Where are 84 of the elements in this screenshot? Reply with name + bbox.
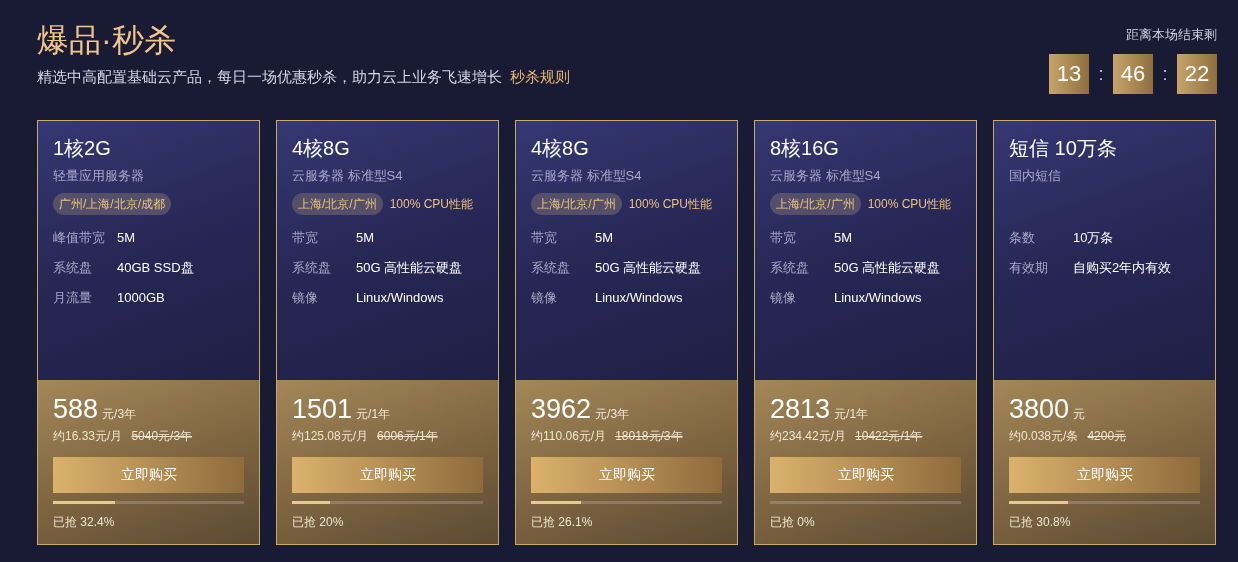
buy-button[interactable]: 立即购买 (1009, 457, 1200, 493)
spec-value: 50G 高性能云硬盘 (834, 259, 941, 277)
countdown-hours: 13 (1049, 54, 1089, 94)
spec-value: 1000GB (117, 289, 165, 307)
monthly-price: 约0.038元/条 (1009, 428, 1079, 445)
price-unit: 元/1年 (834, 406, 869, 423)
product-subtitle: 云服务器 标准型S4 (770, 167, 882, 185)
spec-value: 5M (595, 229, 614, 247)
spec-value: 自购买2年内有效 (1073, 259, 1172, 277)
spec-label: 峰值带宽 (53, 229, 106, 247)
original-price: 4200元 (1087, 428, 1127, 445)
subtitle: 精选中高配置基础云产品，每日一场优惠秒杀，助力云上业务飞速增长 (37, 68, 502, 87)
product-subtitle: 云服务器 标准型S4 (292, 167, 404, 185)
spec-label: 系统盘 (770, 259, 810, 277)
buy-button[interactable]: 立即购买 (531, 457, 722, 493)
price: 3962 (531, 394, 592, 425)
spec-label: 带宽 (531, 229, 558, 247)
rules-link[interactable]: 秒杀规则 (510, 68, 570, 87)
region-tag: 上海/北京/广州 (770, 193, 861, 215)
spec-value: 5M (356, 229, 375, 247)
spec-label: 镜像 (770, 289, 797, 307)
spec-value: Linux/Windows (356, 289, 444, 307)
price: 3800 (1009, 394, 1070, 425)
price: 2813 (770, 394, 831, 425)
price: 588 (53, 394, 99, 425)
spec-value: 5M (834, 229, 853, 247)
buy-button[interactable]: 立即购买 (292, 457, 483, 493)
spec-value: 10万条 (1073, 229, 1114, 247)
countdown-separator: : (1161, 63, 1169, 85)
region-tag: 上海/北京/广州 (531, 193, 622, 215)
countdown-seconds: 22 (1177, 54, 1217, 94)
spec-value: Linux/Windows (834, 289, 922, 307)
original-price: 5040元/3年 (131, 428, 193, 445)
monthly-price: 约110.06元/月 (531, 428, 607, 445)
price-unit: 元 (1073, 406, 1086, 423)
product-title: 4核8G (531, 136, 590, 161)
buy-button[interactable]: 立即购买 (770, 457, 961, 493)
countdown-minutes: 46 (1113, 54, 1153, 94)
product-title: 4核8G (292, 136, 351, 161)
sold-percentage: 已抢 20% (292, 514, 345, 531)
spec-label: 镜像 (292, 289, 319, 307)
spec-value: 5M (117, 229, 136, 247)
countdown-label: 距离本场结束剩 (1126, 26, 1217, 44)
page-title: 爆品·秒杀 (37, 21, 177, 60)
original-price: 18018元/3年 (615, 428, 683, 445)
original-price: 6006元/1年 (377, 428, 438, 445)
spec-label: 带宽 (292, 229, 319, 247)
spec-value: 40GB SSD盘 (117, 259, 194, 277)
product-subtitle: 轻量应用服务器 (53, 167, 145, 185)
original-price: 10422元/1年 (855, 428, 923, 445)
performance-label: 100% CPU性能 (628, 195, 713, 213)
spec-value: Linux/Windows (595, 289, 683, 307)
spec-value: 50G 高性能云硬盘 (356, 259, 463, 277)
sold-percentage: 已抢 0% (770, 514, 816, 531)
spec-label: 系统盘 (531, 259, 571, 277)
price-unit: 元/1年 (356, 406, 391, 423)
spec-label: 月流量 (53, 289, 93, 307)
sold-percentage: 已抢 30.8% (1009, 514, 1072, 531)
performance-label: 100% CPU性能 (389, 195, 474, 213)
spec-label: 系统盘 (292, 259, 332, 277)
monthly-price: 约125.08元/月 (292, 428, 369, 445)
monthly-price: 约234.42元/月 (770, 428, 847, 445)
product-subtitle: 云服务器 标准型S4 (531, 167, 643, 185)
product-subtitle: 国内短信 (1009, 167, 1062, 185)
spec-value: 50G 高性能云硬盘 (595, 259, 702, 277)
sold-percentage: 已抢 32.4% (53, 514, 116, 531)
region-tag: 上海/北京/广州 (292, 193, 383, 215)
performance-label: 100% CPU性能 (867, 195, 952, 213)
region-tag: 广州/上海/北京/成都 (53, 193, 171, 215)
spec-label: 有效期 (1009, 259, 1049, 277)
buy-button[interactable]: 立即购买 (53, 457, 244, 493)
monthly-price: 约16.33元/月 (53, 428, 123, 445)
price-unit: 元/3年 (102, 406, 137, 423)
product-title: 短信 10万条 (1009, 136, 1118, 161)
countdown-separator: : (1097, 63, 1105, 85)
spec-label: 镜像 (531, 289, 558, 307)
product-title: 8核16G (770, 136, 840, 161)
spec-label: 系统盘 (53, 259, 93, 277)
spec-label: 带宽 (770, 229, 797, 247)
sold-percentage: 已抢 26.1% (531, 514, 594, 531)
product-title: 1核2G (53, 136, 112, 161)
price-unit: 元/3年 (595, 406, 630, 423)
spec-label: 条数 (1009, 229, 1036, 247)
price: 1501 (292, 394, 353, 425)
